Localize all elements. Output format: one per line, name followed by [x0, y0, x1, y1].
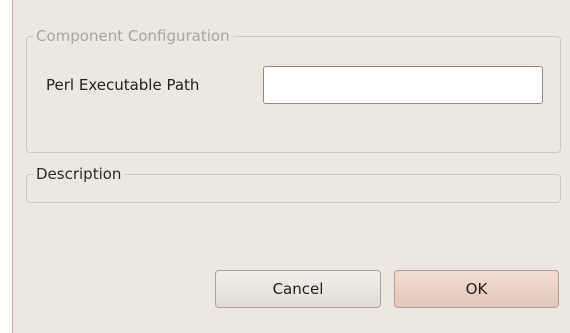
component-configuration-title: Component Configuration: [33, 26, 233, 46]
perl-path-label: Perl Executable Path: [46, 76, 200, 94]
perl-path-input[interactable]: [263, 66, 543, 104]
description-title: Description: [33, 164, 125, 184]
cancel-button[interactable]: Cancel: [215, 270, 381, 308]
ok-button[interactable]: OK: [394, 270, 559, 308]
description-group: Description: [26, 164, 561, 203]
component-config-dialog: Component Configuration Perl Executable …: [12, 0, 570, 333]
